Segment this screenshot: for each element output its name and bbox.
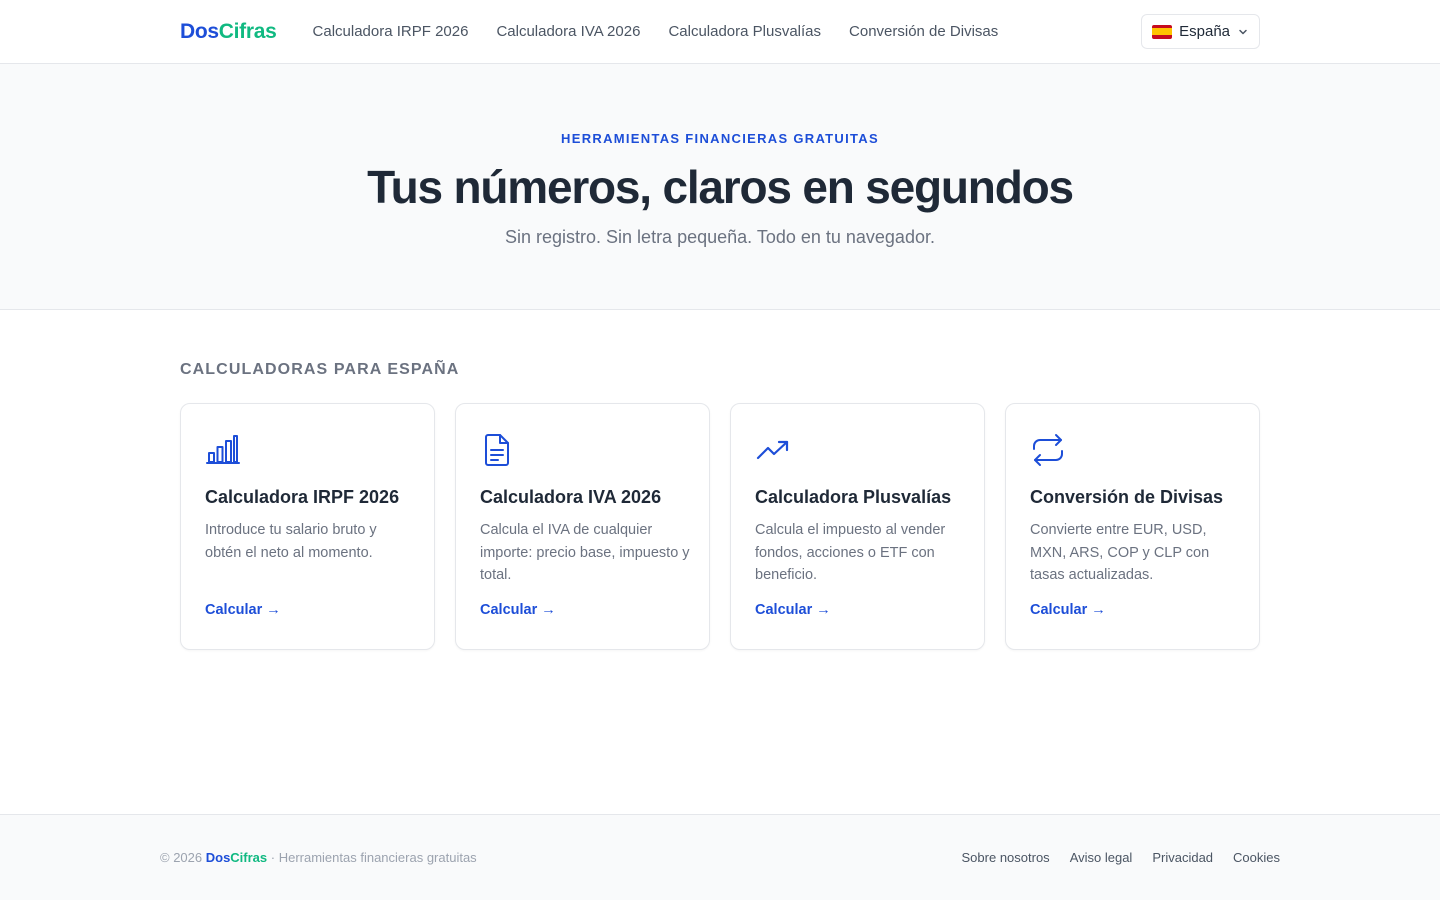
footer-tagline: · Herramientas financieras gratuitas bbox=[267, 850, 477, 865]
site-footer: © 2026 DosCifras · Herramientas financie… bbox=[0, 814, 1440, 900]
hero-section: HERRAMIENTAS FINANCIERAS GRATUITAS Tus n… bbox=[0, 64, 1440, 310]
document-icon bbox=[480, 432, 516, 468]
nav-link-iva[interactable]: Calculadora IVA 2026 bbox=[496, 23, 640, 40]
footer-link-privacy[interactable]: Privacidad bbox=[1152, 850, 1213, 865]
footer-copyright: © 2026 DosCifras · Herramientas financie… bbox=[160, 850, 477, 865]
nav-link-plusvalias[interactable]: Calculadora Plusvalías bbox=[668, 23, 821, 40]
logo-text-dos: Dos bbox=[180, 19, 219, 43]
trending-up-icon bbox=[755, 432, 791, 468]
logo-text-cifras: Cifras bbox=[218, 19, 277, 43]
card-calculate-link[interactable]: Calcular → bbox=[480, 602, 556, 618]
section-title: CALCULADORAS PARA ESPAÑA bbox=[180, 361, 460, 378]
card-iva[interactable]: Calculadora IVA 2026 Calcula el IVA de c… bbox=[455, 403, 710, 650]
card-description: Introduce tu salario bruto y obtén el ne… bbox=[205, 522, 377, 561]
copyright-text: © 2026 bbox=[160, 850, 206, 865]
card-title: Calculadora IVA 2026 bbox=[480, 487, 662, 507]
country-selector-label: España bbox=[1179, 23, 1230, 40]
card-irpf[interactable]: Calculadora IRPF 2026 Introduce tu salar… bbox=[180, 403, 435, 650]
country-selector[interactable]: España bbox=[1141, 14, 1260, 49]
exchange-arrows-icon bbox=[1030, 432, 1066, 468]
site-logo[interactable]: DosCifras bbox=[180, 20, 277, 44]
card-title: Calculadora Plusvalías bbox=[755, 487, 952, 507]
card-title: Conversión de Divisas bbox=[1030, 487, 1224, 507]
footer-brand-dos: Dos bbox=[205, 850, 231, 865]
footer-link-legal[interactable]: Aviso legal bbox=[1070, 850, 1133, 865]
footer-brand-cifras: Cifras bbox=[230, 850, 268, 865]
calculator-cards: Calculadora IRPF 2026 Introduce tu salar… bbox=[180, 403, 1260, 650]
card-title: Calculadora IRPF 2026 bbox=[205, 487, 400, 507]
main-nav: Calculadora IRPF 2026 Calculadora IVA 20… bbox=[313, 23, 999, 40]
nav-link-divisas[interactable]: Conversión de Divisas bbox=[849, 23, 998, 40]
footer-link-about[interactable]: Sobre nosotros bbox=[962, 850, 1050, 865]
footer-links: Sobre nosotros Aviso legal Privacidad Co… bbox=[962, 850, 1280, 865]
chevron-down-icon bbox=[1239, 29, 1247, 34]
card-divisas[interactable]: Conversión de Divisas Convierte entre EU… bbox=[1005, 403, 1260, 650]
card-description: Calcula el impuesto al vender fondos, ac… bbox=[755, 522, 946, 583]
card-description: Convierte entre EUR, USD, MXN, ARS, COP … bbox=[1030, 522, 1210, 583]
card-calculate-link[interactable]: Calcular → bbox=[755, 602, 831, 618]
card-calculate-link[interactable]: Calcular → bbox=[1030, 602, 1106, 618]
card-description: Calcula el IVA de cualquier importe: pre… bbox=[480, 522, 690, 583]
nav-link-irpf[interactable]: Calculadora IRPF 2026 bbox=[313, 23, 469, 40]
top-navigation-inner: DosCifras Calculadora IRPF 2026 Calculad… bbox=[180, 0, 1260, 63]
hero-subtitle: Sin registro. Sin letra pequeña. Todo en… bbox=[505, 227, 935, 247]
bar-chart-icon bbox=[205, 432, 241, 468]
hero-eyebrow: HERRAMIENTAS FINANCIERAS GRATUITAS bbox=[561, 131, 879, 146]
hero-title: Tus números, claros en segundos bbox=[367, 161, 1074, 213]
card-plusvalias[interactable]: Calculadora Plusvalías Calcula el impues… bbox=[730, 403, 985, 650]
footer-link-cookies[interactable]: Cookies bbox=[1233, 850, 1280, 865]
spain-flag-icon bbox=[1152, 24, 1173, 39]
top-navigation-bar: DosCifras Calculadora IRPF 2026 Calculad… bbox=[0, 0, 1440, 64]
card-calculate-link[interactable]: Calcular → bbox=[205, 602, 281, 618]
